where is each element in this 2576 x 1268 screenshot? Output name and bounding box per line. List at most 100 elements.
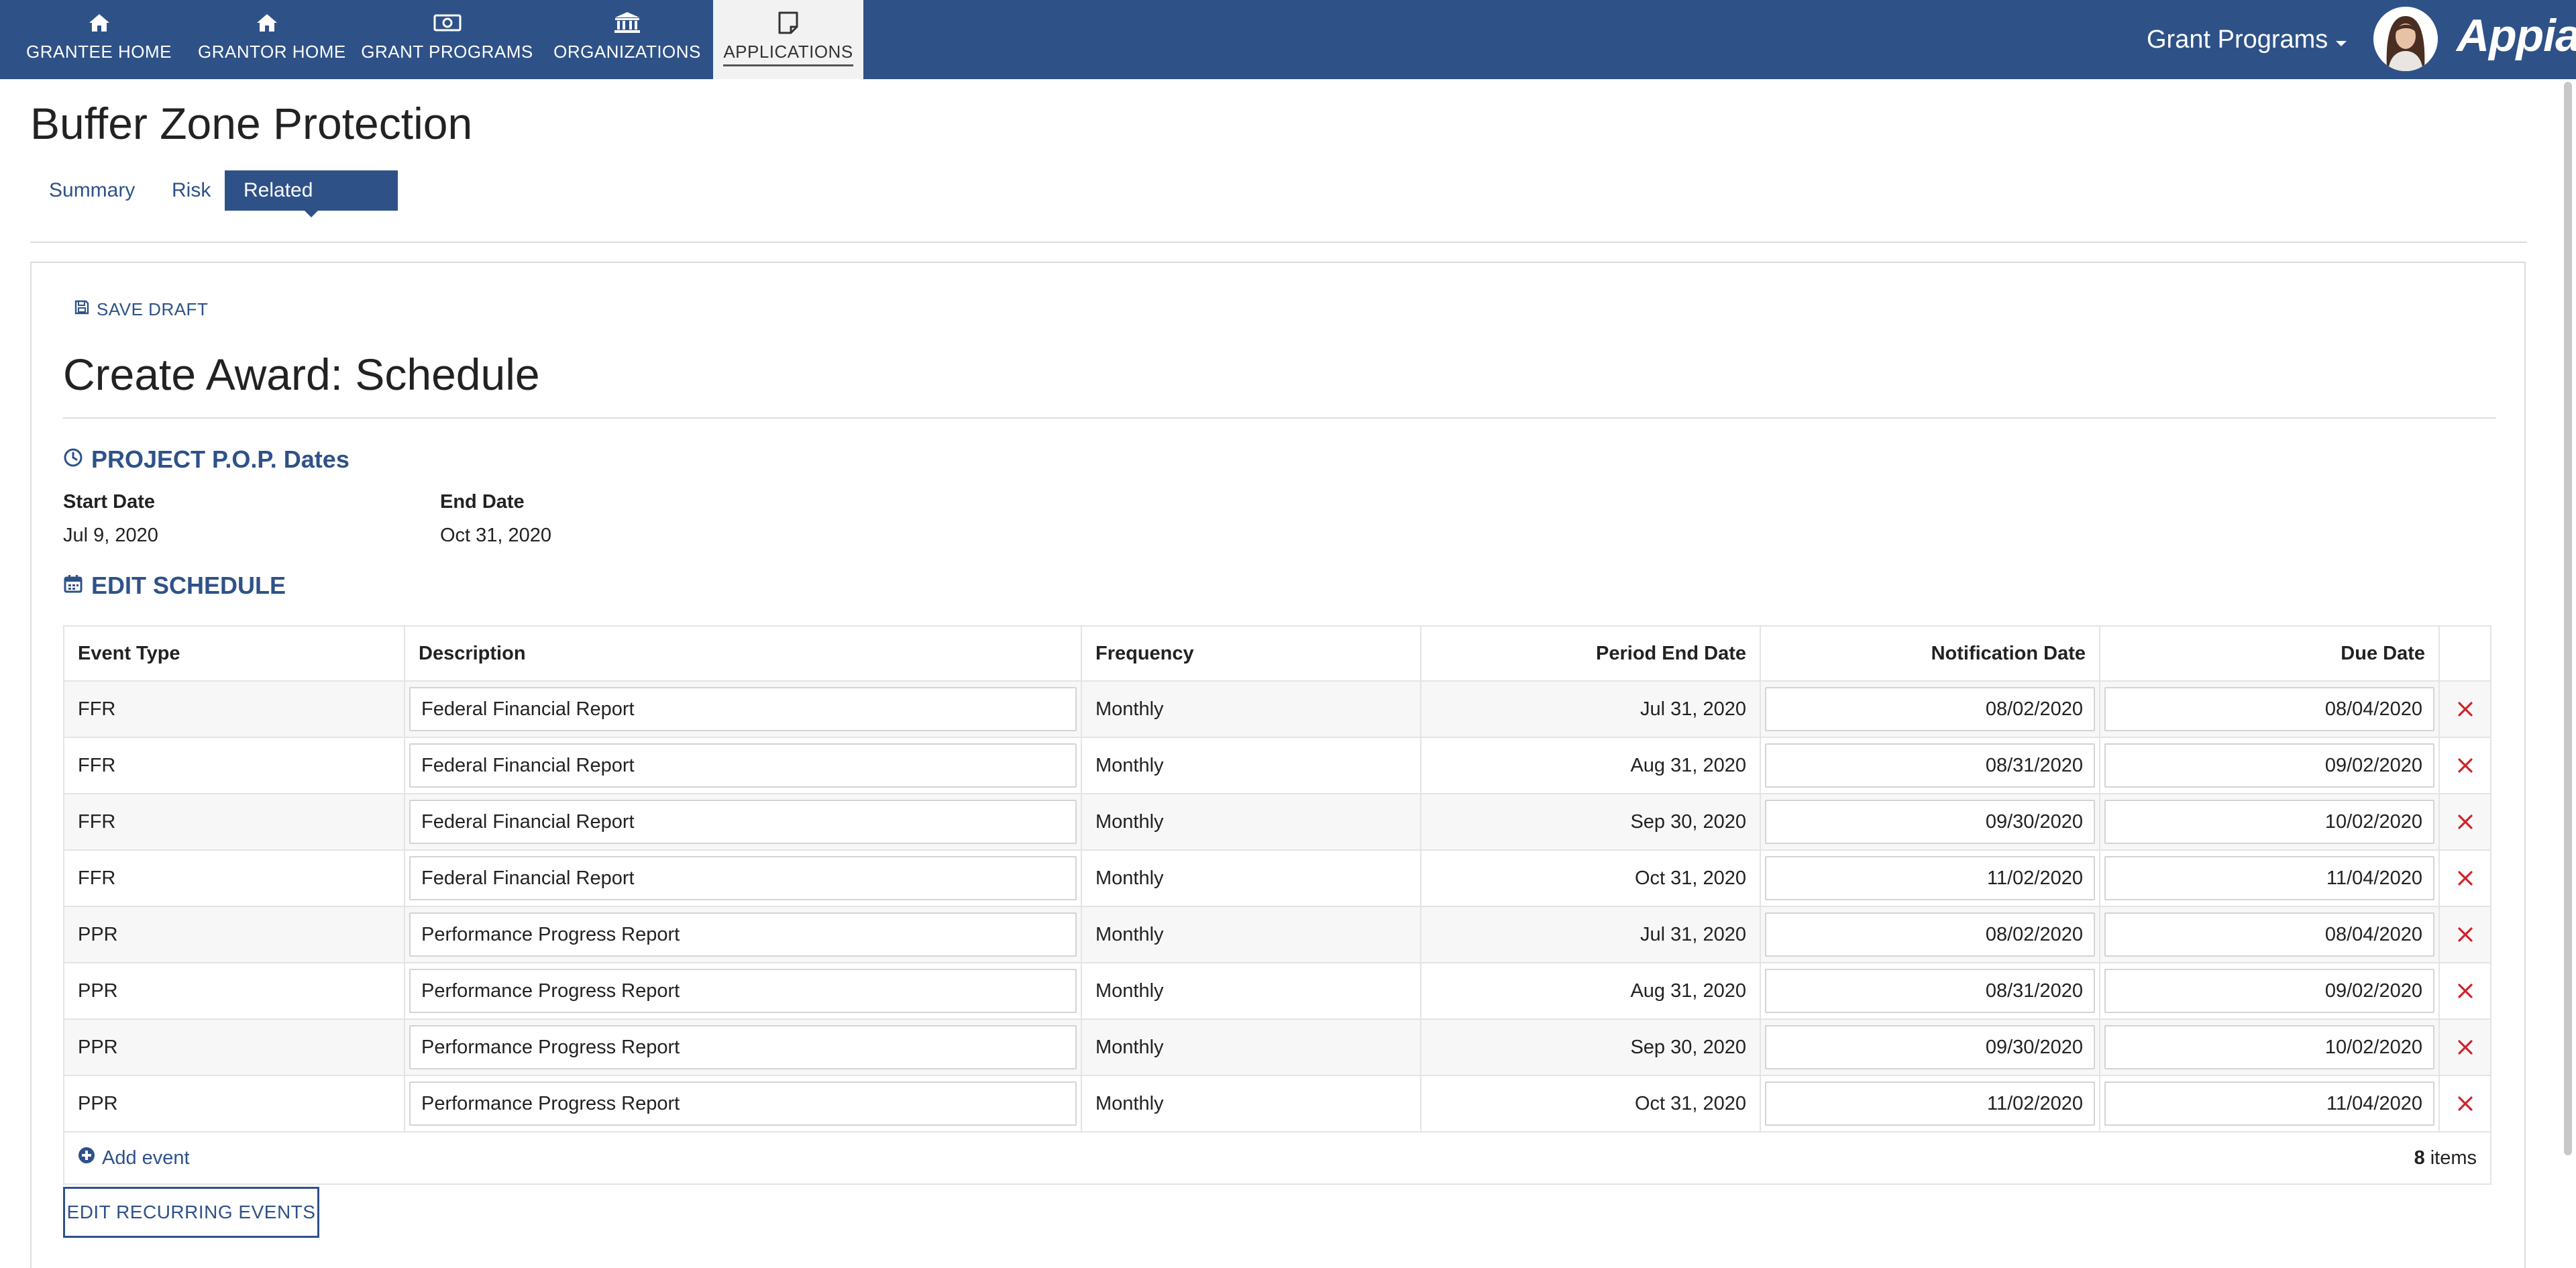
- close-icon: [2457, 758, 2473, 773]
- tab-summary[interactable]: Summary: [30, 170, 151, 211]
- description-cell: Federal Financial Report: [404, 682, 1081, 737]
- frequency-cell: Monthly: [1081, 851, 1420, 906]
- description-cell: Performance Progress Report: [404, 1076, 1081, 1131]
- frequency-cell: Monthly: [1081, 682, 1420, 737]
- due-date-cell: 10/02/2020: [2099, 1020, 2438, 1075]
- nav-tab-grant-programs[interactable]: GRANT PROGRAMS: [360, 0, 535, 79]
- notification-date-cell: 11/02/2020: [1760, 851, 2099, 906]
- column-header-due-date: Due Date: [2099, 627, 2438, 680]
- description-input[interactable]: Performance Progress Report: [409, 969, 1077, 1013]
- due-date-cell: 11/04/2020: [2099, 851, 2438, 906]
- due-date-input[interactable]: 11/04/2020: [2104, 1081, 2434, 1126]
- delete-row-button[interactable]: [2440, 963, 2490, 1018]
- due-date-input[interactable]: 10/02/2020: [2104, 1025, 2434, 1069]
- nav-tab-label: GRANT PROGRAMS: [361, 42, 533, 62]
- nav-tab-label: APPLICATIONS: [713, 42, 863, 66]
- notification-date-input[interactable]: 09/30/2020: [1765, 800, 2095, 844]
- due-date-input[interactable]: 11/04/2020: [2104, 856, 2434, 900]
- note-icon: [713, 9, 863, 36]
- notification-date-cell: 09/30/2020: [1760, 1020, 2099, 1075]
- add-event-link[interactable]: Add event: [78, 1132, 190, 1183]
- description-input[interactable]: Performance Progress Report: [409, 1081, 1077, 1126]
- delete-row-button[interactable]: [2440, 907, 2490, 962]
- due-date-cell: 09/02/2020: [2099, 963, 2438, 1018]
- user-avatar[interactable]: [2373, 7, 2438, 71]
- site-menu-label: Grant Programs: [2147, 25, 2328, 54]
- items-count-label: items: [2430, 1147, 2477, 1169]
- event-type-cell: PPR: [78, 1036, 118, 1058]
- description-cell: Federal Financial Report: [404, 794, 1081, 849]
- form-title-divider: [63, 417, 2496, 419]
- description-input[interactable]: Federal Financial Report: [409, 800, 1077, 844]
- description-input[interactable]: Performance Progress Report: [409, 912, 1077, 957]
- institution-icon: [550, 9, 704, 36]
- description-input[interactable]: Federal Financial Report: [409, 856, 1077, 900]
- tab-risk[interactable]: Risk: [153, 170, 224, 211]
- description-cell: Performance Progress Report: [404, 907, 1081, 962]
- tab-related-actions[interactable]: Related Actions: [225, 170, 398, 242]
- column-header-event-type: Event Type: [78, 642, 180, 664]
- notification-date-input[interactable]: 11/02/2020: [1765, 1081, 2095, 1126]
- notification-date-input[interactable]: 08/02/2020: [1765, 687, 2095, 731]
- delete-row-button[interactable]: [2440, 851, 2490, 906]
- delete-row-button[interactable]: [2440, 1020, 2490, 1075]
- nav-tab-label: GRANTOR HOME: [198, 42, 346, 62]
- notification-date-input[interactable]: 08/31/2020: [1765, 969, 2095, 1013]
- description-input[interactable]: Federal Financial Report: [409, 687, 1077, 731]
- event-type-cell: FFR: [78, 754, 116, 776]
- frequency-cell: Monthly: [1081, 1020, 1420, 1075]
- period-end-date-cell: Sep 30, 2020: [1420, 1020, 1760, 1075]
- edit-recurring-events-button[interactable]: EDIT RECURRING EVENTS: [63, 1187, 319, 1238]
- notification-date-cell: 08/31/2020: [1760, 963, 2099, 1018]
- delete-cell: [2438, 851, 2490, 906]
- frequency-cell: Monthly: [1081, 963, 1420, 1018]
- table-row: PPR Performance Progress Report Monthly Oct…: [64, 1075, 2490, 1131]
- event-type-cell: FFR: [78, 867, 116, 889]
- close-icon: [2457, 702, 2473, 717]
- close-icon: [2457, 1096, 2473, 1111]
- period-end-date-cell: Aug 31, 2020: [1420, 738, 1760, 793]
- table-row: PPR Performance Progress Report Monthly Sep…: [64, 1018, 2490, 1075]
- description-cell: Federal Financial Report: [404, 738, 1081, 793]
- due-date-input[interactable]: 08/04/2020: [2104, 912, 2434, 957]
- header-divider: [30, 242, 2527, 243]
- delete-row-button[interactable]: [2440, 682, 2490, 737]
- notification-date-input[interactable]: 11/02/2020: [1765, 856, 2095, 900]
- event-type-cell: FFR: [78, 698, 116, 720]
- calendar-icon: [63, 572, 83, 600]
- description-input[interactable]: Federal Financial Report: [409, 743, 1077, 788]
- save-draft-label: SAVE DRAFT: [97, 299, 209, 319]
- notification-date-input[interactable]: 08/02/2020: [1765, 912, 2095, 957]
- frequency-cell: Monthly: [1081, 1076, 1420, 1131]
- nav-tab-grantor-home[interactable]: GRANTOR HOME: [198, 0, 346, 79]
- event-type-cell: PPR: [78, 1092, 118, 1114]
- due-date-input[interactable]: 09/02/2020: [2104, 743, 2434, 788]
- site-menu-dropdown[interactable]: Grant Programs: [2147, 23, 2348, 56]
- nav-tab-grantee-home[interactable]: GRANTEE HOME: [0, 0, 198, 79]
- caret-down-icon: [2334, 25, 2348, 54]
- due-date-input[interactable]: 10/02/2020: [2104, 800, 2434, 844]
- period-end-date-cell: Oct 31, 2020: [1420, 851, 1760, 906]
- delete-row-button[interactable]: [2440, 1076, 2490, 1131]
- description-input[interactable]: Performance Progress Report: [409, 1025, 1077, 1069]
- page-scrollbar[interactable]: [2564, 82, 2572, 1155]
- nav-tab-organizations[interactable]: ORGANIZATIONS: [550, 0, 704, 79]
- record-title: Buffer Zone Protection: [30, 99, 473, 148]
- add-event-label: Add event: [102, 1147, 190, 1169]
- end-date-label: End Date: [440, 491, 525, 513]
- due-date-cell: 11/04/2020: [2099, 1076, 2438, 1131]
- notification-date-input[interactable]: 08/31/2020: [1765, 743, 2095, 788]
- nav-tab-applications[interactable]: APPLICATIONS: [713, 0, 863, 79]
- delete-row-button[interactable]: [2440, 738, 2490, 793]
- column-header-frequency: Frequency: [1081, 627, 1420, 680]
- table-row: PPR Performance Progress Report Monthly Jul…: [64, 906, 2490, 962]
- notification-date-input[interactable]: 09/30/2020: [1765, 1025, 2095, 1069]
- due-date-cell: 08/04/2020: [2099, 907, 2438, 962]
- home-icon: [0, 9, 198, 36]
- delete-row-button[interactable]: [2440, 794, 2490, 849]
- due-date-input[interactable]: 08/04/2020: [2104, 687, 2434, 731]
- floppy-disk-icon: [74, 299, 90, 320]
- period-end-date-cell: Oct 31, 2020: [1420, 1076, 1760, 1131]
- due-date-input[interactable]: 09/02/2020: [2104, 969, 2434, 1013]
- save-draft-link[interactable]: SAVE DRAFT: [74, 299, 208, 320]
